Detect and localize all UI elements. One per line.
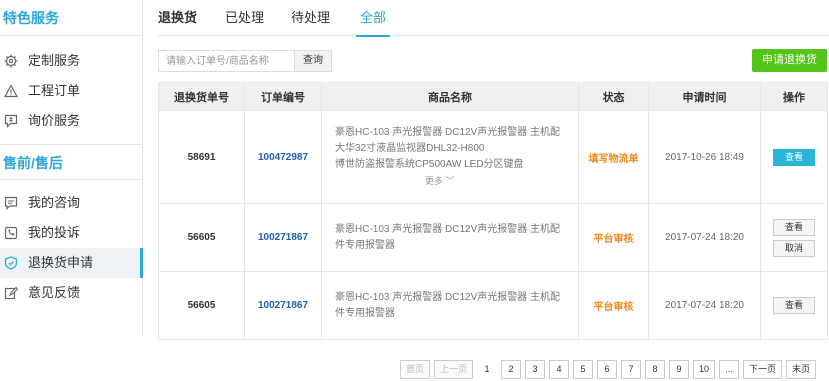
sidebar-item-project-orders[interactable]: 工程订单 — [0, 76, 142, 106]
phone-complaint-icon — [4, 226, 18, 240]
status-cell: 填写物流单 — [578, 110, 649, 204]
column-header-time: 申请时间 — [648, 82, 761, 111]
tab-all[interactable]: 全部 — [355, 0, 391, 37]
return-id-cell: 56605 — [158, 271, 245, 340]
sidebar-group-service: 我的咨询 我的投诉 退换货申请 意见反馈 — [0, 180, 143, 308]
shield-icon — [4, 256, 18, 270]
page-prev-button[interactable]: 上一页 — [434, 360, 474, 379]
return-id-cell: 58691 — [158, 110, 245, 204]
chevron-down-icon: ﹀ — [445, 176, 455, 186]
sidebar-item-custom-service[interactable]: 定制服务 — [0, 46, 142, 76]
product-cell: 豪恩HC-103 声光报警器 DC12V声光报警器 主机配 件专用报警器 — [321, 271, 579, 340]
product-cell: 豪恩HC-103 声光报警器 DC12V声光报警器 主机配 大华32寸液晶监视器… — [321, 110, 579, 204]
sidebar-section-title-special: 特色服务 — [0, 0, 142, 36]
return-id-cell: 56605 — [158, 203, 245, 272]
time-cell: 2017-07-24 18:20 — [648, 271, 761, 340]
view-button[interactable]: 查看 — [773, 297, 815, 314]
column-header-order-id: 订单编号 — [244, 82, 322, 111]
page-button-4[interactable]: 4 — [549, 360, 570, 379]
more-label: 更多 — [425, 176, 444, 186]
more-toggle[interactable]: 更多 ﹀ — [335, 173, 578, 189]
page-root: 特色服务 定制服务 工程订单 询价服务 售前/售后 我的咨询 我的投诉 退换货申… — [0, 0, 829, 381]
page-button-9[interactable]: 9 — [669, 360, 690, 379]
column-header-product: 商品名称 — [321, 82, 579, 111]
search-button[interactable]: 查询 — [294, 50, 332, 72]
table-header-row: 退换货单号 订单编号 商品名称 状态 申请时间 操作 — [158, 82, 828, 111]
sidebar-item-label: 定制服务 — [28, 53, 81, 68]
time-cell: 2017-07-24 18:20 — [648, 203, 761, 272]
gear-icon — [4, 54, 18, 68]
order-id-link[interactable]: 100271867 — [244, 203, 322, 272]
tab-pending[interactable]: 待处理 — [291, 0, 330, 36]
sidebar-item-label: 我的投诉 — [28, 225, 81, 240]
sidebar-section-title-service: 售前/售后 — [0, 144, 142, 180]
page-ellipsis: ... — [719, 360, 740, 379]
returns-table: 退换货单号 订单编号 商品名称 状态 申请时间 操作 58691 1004729… — [158, 82, 828, 340]
page-button-8[interactable]: 8 — [645, 360, 666, 379]
page-last-button[interactable]: 末页 — [786, 360, 817, 379]
tab-bar: 退换货 已处理 待处理 全部 — [158, 0, 829, 37]
cancel-button[interactable]: 取消 — [773, 239, 815, 257]
message-icon — [4, 196, 18, 210]
table-row: 56605 100271867 豪恩HC-103 声光报警器 DC12V声光报警… — [158, 271, 828, 340]
actions-cell: 查看 — [760, 271, 828, 340]
table-row: 58691 100472987 豪恩HC-103 声光报警器 DC12V声光报警… — [158, 110, 828, 204]
sidebar-item-my-consultation[interactable]: 我的咨询 — [0, 188, 142, 218]
page-button-1[interactable]: 1 — [477, 360, 498, 379]
product-line: 件专用报警器 — [335, 307, 395, 319]
page-button-6[interactable]: 6 — [597, 360, 618, 379]
sidebar-item-label: 退换货申请 — [28, 255, 94, 270]
status-cell: 平台审核 — [578, 203, 649, 272]
product-line: 博世防盗报警系统CP500AW LED分区键盘 — [335, 159, 524, 170]
sidebar: 特色服务 定制服务 工程订单 询价服务 售前/售后 我的咨询 我的投诉 退换货申… — [0, 0, 143, 336]
product-cell: 豪恩HC-103 声光报警器 DC12V声光报警器 主机配 件专用报警器 — [321, 203, 579, 272]
page-next-button[interactable]: 下一页 — [743, 360, 783, 379]
product-line: 豪恩HC-103 声光报警器 DC12V声光报警器 主机配 — [335, 291, 561, 303]
sidebar-item-inquiry-service[interactable]: 询价服务 — [0, 106, 142, 136]
column-header-return-id: 退换货单号 — [158, 82, 245, 111]
view-button[interactable]: 查看 — [773, 218, 815, 236]
search-input[interactable] — [158, 50, 295, 72]
warning-triangle-icon — [4, 84, 18, 98]
product-line: 豪恩HC-103 声光报警器 DC12V声光报警器 主机配 — [335, 223, 561, 235]
page-first-button[interactable]: 首页 — [400, 360, 431, 379]
page-button-2[interactable]: 2 — [501, 360, 522, 379]
order-id-link[interactable]: 100271867 — [244, 271, 322, 340]
sidebar-item-label: 意见反馈 — [28, 285, 81, 300]
page-button-7[interactable]: 7 — [621, 360, 642, 379]
sidebar-item-label: 工程订单 — [28, 83, 81, 98]
product-line: 豪恩HC-103 声光报警器 DC12V声光报警器 主机配 — [335, 127, 561, 138]
product-line: 大华32寸液晶监视器DHL32-H800 — [335, 143, 485, 154]
sidebar-item-my-complaints[interactable]: 我的投诉 — [0, 218, 142, 248]
column-header-actions: 操作 — [760, 82, 828, 111]
edit-icon — [4, 286, 18, 300]
sidebar-item-return-request[interactable]: 退换货申请 — [0, 248, 143, 278]
actions-cell: 查看 — [760, 110, 828, 204]
tab-processed[interactable]: 已处理 — [225, 0, 264, 36]
apply-return-button[interactable]: 申请退换货 — [752, 49, 827, 72]
page-button-10[interactable]: 10 — [693, 360, 716, 379]
tab-returns-title: 退换货 — [158, 10, 198, 25]
page-button-3[interactable]: 3 — [525, 360, 546, 379]
sidebar-group-special: 定制服务 工程订单 询价服务 — [0, 36, 142, 144]
sidebar-item-feedback[interactable]: 意见反馈 — [0, 278, 142, 308]
time-cell: 2017-10-26 18:49 — [648, 110, 761, 204]
sidebar-item-label: 询价服务 — [28, 113, 81, 128]
table-row: 56605 100271867 豪恩HC-103 声光报警器 DC12V声光报警… — [158, 203, 828, 272]
view-button[interactable]: 查看 — [773, 148, 815, 166]
order-id-link[interactable]: 100472987 — [244, 110, 322, 204]
column-header-status: 状态 — [578, 82, 649, 111]
page-button-5[interactable]: 5 — [573, 360, 594, 379]
product-line: 件专用报警器 — [335, 239, 395, 251]
status-cell: 平台审核 — [578, 271, 649, 340]
chat-dollar-icon — [4, 114, 18, 128]
sidebar-item-label: 我的咨询 — [28, 195, 81, 210]
pagination: 首页 上一页 1 2 3 4 5 6 7 8 9 10 ... 下一页 末页 — [400, 360, 820, 379]
actions-cell: 查看 取消 — [760, 203, 828, 272]
